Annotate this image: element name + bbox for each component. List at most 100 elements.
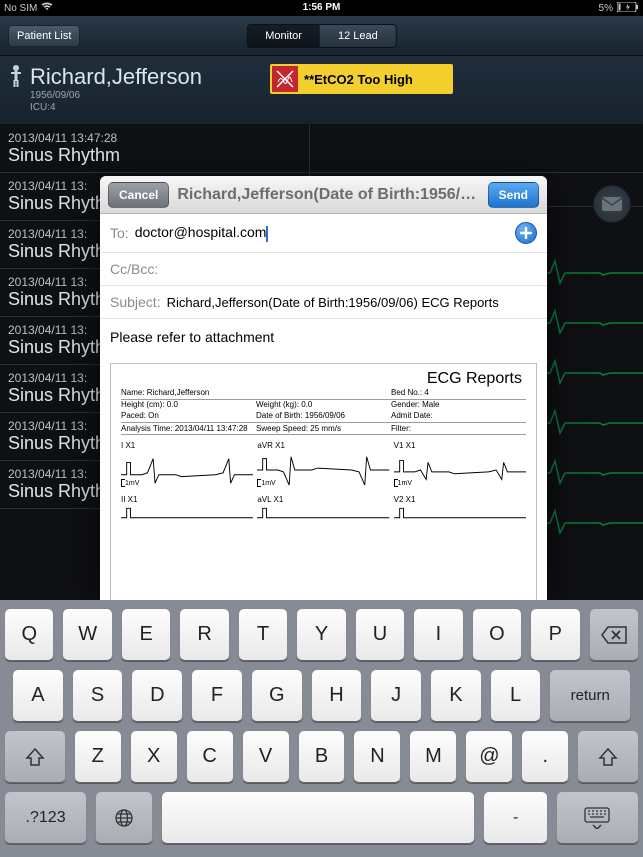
key-return[interactable]: return: [549, 669, 631, 722]
att-bed-label: Bed No.:: [391, 388, 422, 397]
lead-unit: 1mV: [398, 480, 412, 487]
key-x[interactable]: X: [130, 730, 178, 783]
att-name-label: Name:: [121, 388, 145, 397]
att-analysis: 2013/04/11 13:47:28: [175, 424, 248, 433]
key-shift-right[interactable]: [577, 730, 639, 783]
att-sweep: 25 mm/s: [310, 424, 341, 433]
key-e[interactable]: E: [121, 608, 171, 661]
key-d[interactable]: D: [131, 669, 183, 722]
key-dash[interactable]: -: [483, 791, 547, 844]
email-body[interactable]: Please refer to attachment ECG Reports N…: [100, 319, 547, 606]
to-input[interactable]: doctor@hospital.com: [135, 224, 269, 241]
key-globe[interactable]: [95, 791, 153, 844]
key-o[interactable]: O: [472, 608, 522, 661]
mail-button[interactable]: [593, 185, 631, 223]
key-c[interactable]: C: [186, 730, 234, 783]
key-l[interactable]: L: [490, 669, 542, 722]
att-height-label: Height (cm):: [121, 400, 165, 409]
lead-cell: I X1 1mV: [121, 441, 253, 493]
leads-row-2: II X1 aVL X1 V2 X1: [121, 495, 526, 525]
lead-wave-icon: [121, 504, 253, 524]
key-m[interactable]: M: [409, 730, 457, 783]
key-j[interactable]: J: [370, 669, 422, 722]
subject-field-row[interactable]: Subject: Richard,Jefferson(Date of Birth…: [100, 286, 547, 319]
key-hide-keyboard[interactable]: [556, 791, 639, 844]
cancel-button[interactable]: Cancel: [108, 182, 169, 208]
att-analysis-label: Analysis Time:: [121, 424, 173, 433]
modal-title: Richard,Jefferson(Date of Birth:1956/0..…: [177, 186, 479, 204]
attachment-preview: ECG Reports Name: Richard,Jefferson Bed …: [110, 363, 537, 606]
att-admit-label: Admit Date:: [391, 411, 433, 420]
key-period[interactable]: .: [521, 730, 569, 783]
seg-12lead[interactable]: 12 Lead: [320, 25, 396, 47]
lead-wave-icon: [257, 450, 389, 490]
key-u[interactable]: U: [355, 608, 405, 661]
att-dob-label: Date of Birth:: [256, 411, 303, 420]
key-backspace[interactable]: [589, 608, 639, 661]
key-w[interactable]: W: [62, 608, 112, 661]
att-dob: 1956/09/06: [305, 411, 345, 420]
key-t[interactable]: T: [238, 608, 288, 661]
alert-text: **EtCO2 Too High: [304, 72, 413, 87]
waveform-row: [310, 125, 643, 173]
to-field-row[interactable]: To: doctor@hospital.com: [100, 214, 547, 253]
subject-label: Subject:: [110, 294, 161, 310]
key-numbers[interactable]: .?123: [4, 791, 87, 844]
att-name: Richard,Jefferson: [147, 388, 210, 397]
lead-cell: aVL X1: [257, 495, 389, 525]
lead-unit: 1mV: [125, 480, 139, 487]
key-f[interactable]: F: [191, 669, 243, 722]
list-item-ts: 2013/04/11 13:47:28: [8, 131, 301, 145]
key-p[interactable]: P: [530, 608, 580, 661]
key-r[interactable]: R: [179, 608, 229, 661]
attachment-title: ECG Reports: [121, 370, 526, 388]
lead-cell: II X1: [121, 495, 253, 525]
key-at[interactable]: @: [465, 730, 513, 783]
modal-header: Cancel Richard,Jefferson(Date of Birth:1…: [100, 176, 547, 214]
key-k[interactable]: K: [430, 669, 482, 722]
att-weight-label: Weight (kg):: [256, 400, 299, 409]
key-y[interactable]: Y: [296, 608, 346, 661]
subject-input[interactable]: Richard,Jefferson(Date of Birth:1956/09/…: [167, 295, 537, 310]
cc-field-row[interactable]: Cc/Bcc:: [100, 253, 547, 286]
clock: 1:56 PM: [0, 2, 643, 13]
key-i[interactable]: I: [413, 608, 463, 661]
to-value: doctor@hospital.com: [135, 224, 267, 240]
lead-wave-icon: [121, 450, 253, 490]
lead-cell: V2 X1: [394, 495, 526, 525]
key-a[interactable]: A: [12, 669, 64, 722]
patient-dob: 1956/09/06: [30, 90, 202, 102]
plus-icon: [520, 227, 532, 239]
to-label: To:: [110, 225, 129, 241]
cc-label: Cc/Bcc:: [110, 261, 158, 277]
key-row-3: Z X C V B N M @ .: [4, 730, 639, 783]
seg-monitor[interactable]: Monitor: [247, 25, 320, 47]
key-b[interactable]: B: [298, 730, 346, 783]
list-item[interactable]: 2013/04/11 13:47:28Sinus Rhythm: [0, 125, 309, 173]
key-z[interactable]: Z: [74, 730, 122, 783]
nav-bar: Patient List Monitor 12 Lead: [0, 16, 643, 56]
key-space[interactable]: [161, 791, 475, 844]
key-q[interactable]: Q: [4, 608, 54, 661]
hide-keyboard-icon: [584, 807, 610, 829]
att-gender: Male: [422, 400, 439, 409]
backspace-icon: [601, 626, 627, 644]
compose-email-modal: Cancel Richard,Jefferson(Date of Birth:1…: [100, 176, 547, 606]
att-paced: On: [148, 411, 159, 420]
keyboard: Q W E R T Y U I O P A S D F G H J K L re…: [0, 600, 643, 857]
key-shift-left[interactable]: [4, 730, 66, 783]
key-n[interactable]: N: [353, 730, 401, 783]
key-s[interactable]: S: [72, 669, 124, 722]
key-g[interactable]: G: [251, 669, 303, 722]
att-gender-label: Gender:: [391, 400, 420, 409]
shift-icon: [25, 747, 45, 767]
key-h[interactable]: H: [311, 669, 363, 722]
back-button[interactable]: Patient List: [8, 25, 80, 47]
body-text: Please refer to attachment: [110, 329, 537, 345]
lead-label: aVR X1: [257, 441, 389, 450]
add-recipient-button[interactable]: [515, 222, 537, 244]
key-v[interactable]: V: [242, 730, 290, 783]
send-button[interactable]: Send: [488, 182, 539, 208]
status-bar: No SIM 1:56 PM 5%: [0, 0, 643, 16]
att-sweep-label: Sweep Speed:: [256, 424, 308, 433]
